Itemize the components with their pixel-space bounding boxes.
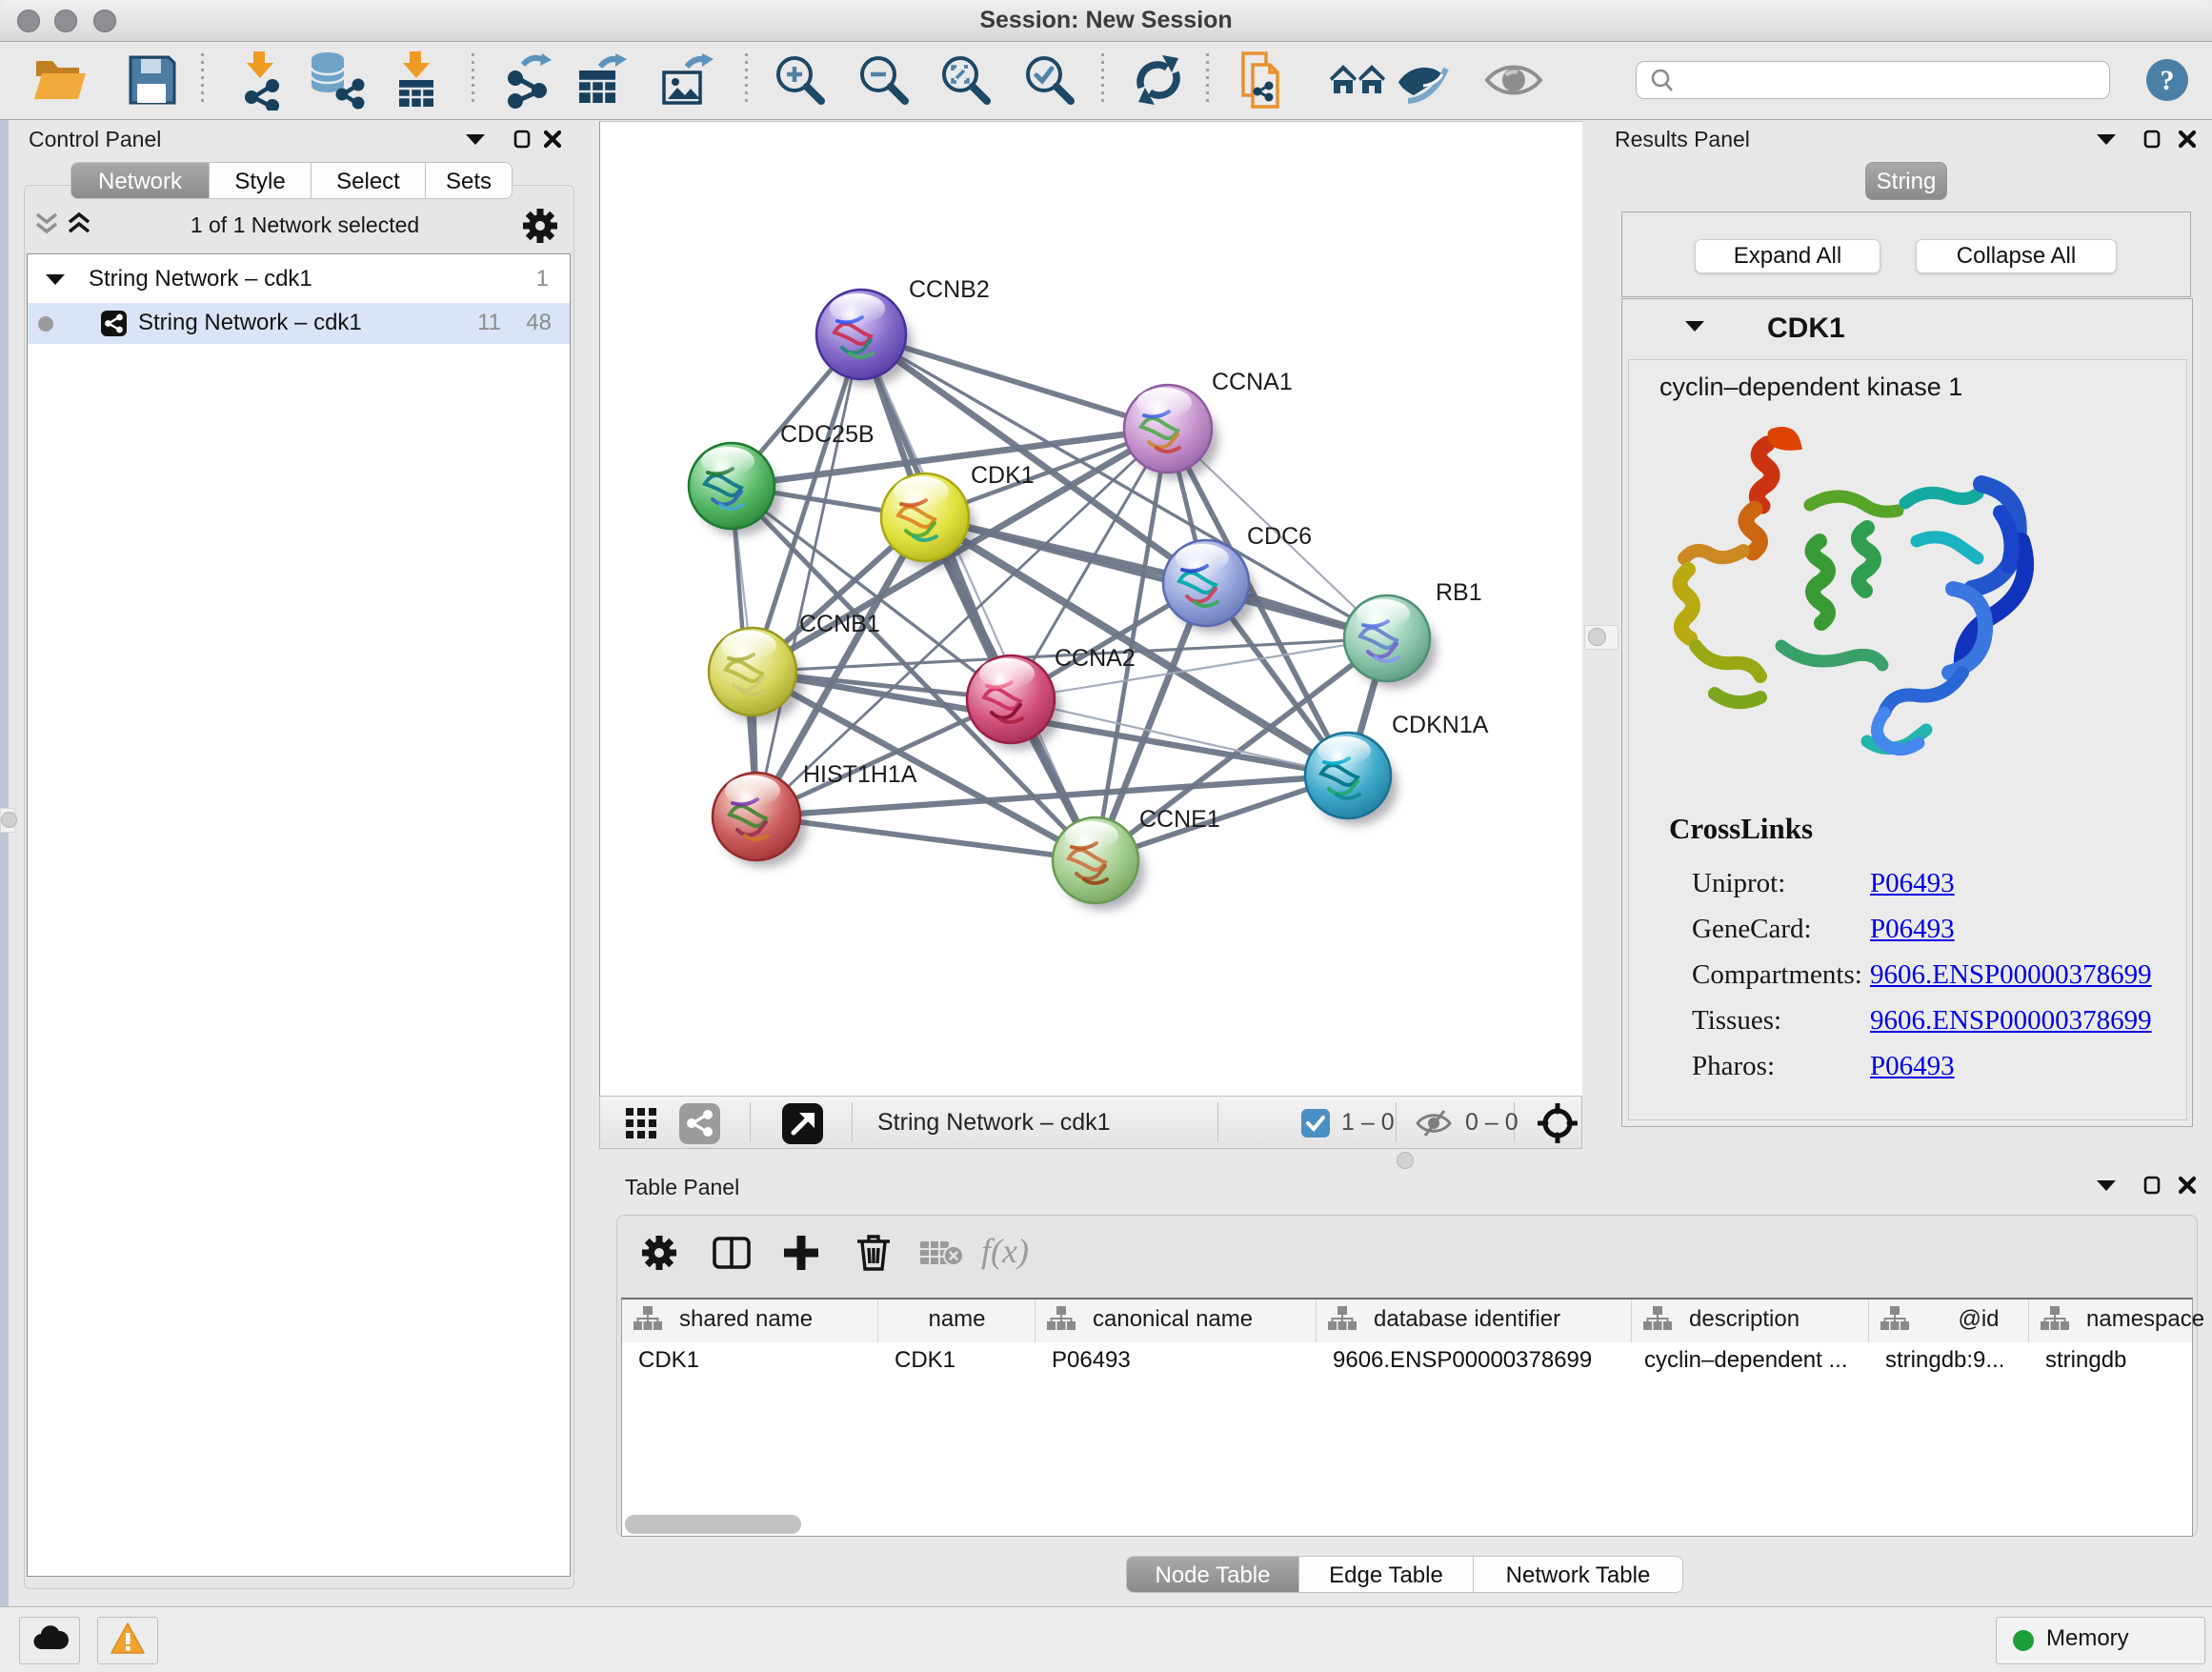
svg-text:HIST1H1A: HIST1H1A — [803, 761, 917, 788]
svg-text:CCNE1: CCNE1 — [1139, 806, 1220, 833]
svg-text:CDC25B: CDC25B — [780, 421, 875, 448]
svg-text:CCNB2: CCNB2 — [909, 276, 990, 303]
svg-text:CCNB1: CCNB1 — [799, 611, 880, 637]
svg-text:CDC6: CDC6 — [1247, 523, 1312, 550]
svg-text:CCNA2: CCNA2 — [1055, 645, 1136, 672]
svg-text:CDKN1A: CDKN1A — [1392, 712, 1489, 738]
svg-text:CCNA1: CCNA1 — [1212, 369, 1293, 395]
svg-text:RB1: RB1 — [1436, 579, 1482, 606]
svg-text:CDK1: CDK1 — [971, 462, 1035, 489]
svg-text:?: ? — [2161, 65, 2175, 96]
